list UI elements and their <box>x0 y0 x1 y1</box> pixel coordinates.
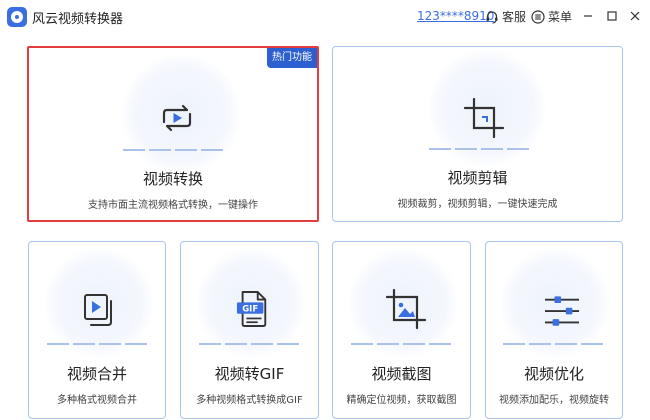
gif-label: GIF <box>242 304 258 314</box>
card-title: 视频截图 <box>371 365 432 383</box>
decor-dash <box>503 343 607 345</box>
close-button[interactable] <box>626 7 644 25</box>
gif-file-icon: GIF <box>236 291 267 327</box>
card-video-convert[interactable]: 热门功能 视频转换 支持市面主流视频格式转换，一键操作 <box>27 46 319 222</box>
headset-icon <box>486 10 498 23</box>
card-desc: 视频添加配乐，视频旋转 <box>499 395 609 406</box>
account-link[interactable]: 123****8910 <box>417 9 494 23</box>
video-convert-icon <box>162 104 192 132</box>
card-desc: 支持市面主流视频格式转换，一键操作 <box>88 200 258 211</box>
decor-dash <box>199 343 303 345</box>
customer-service-label: 客服 <box>502 10 527 24</box>
decor-dash <box>429 148 533 150</box>
app-title: 风云视频转换器 <box>32 12 124 27</box>
minimize-icon <box>584 15 592 17</box>
app-logo-icon <box>7 7 27 27</box>
card-title: 视频剪辑 <box>447 169 508 187</box>
card-video-edit[interactable]: 视频剪辑 视频裁剪，视频剪辑，一键快速完成 <box>332 46 623 222</box>
card-title: 视频优化 <box>523 365 584 383</box>
card-desc: 多种格式视频合并 <box>57 395 137 406</box>
hot-feature-badge: 热门功能 <box>267 48 317 68</box>
menu-label: 菜单 <box>548 10 573 24</box>
sliders-icon <box>545 296 579 326</box>
screenshot-crop-icon <box>385 288 427 330</box>
card-title: 视频合并 <box>66 365 127 383</box>
card-title: 视频转换 <box>142 170 203 188</box>
close-icon <box>630 11 640 21</box>
card-title: 视频转GIF <box>214 365 285 383</box>
menu-icon <box>531 9 545 24</box>
title-bar: 风云视频转换器 123****8910 客服 菜单 <box>0 0 650 34</box>
decor-dash <box>47 343 151 345</box>
card-video-merge[interactable]: 视频合并 多种格式视频合并 <box>28 241 166 419</box>
menu-button[interactable]: 菜单 <box>531 8 572 25</box>
crop-icon <box>463 97 505 139</box>
card-desc: 多种视频格式转换成GIF <box>196 395 303 406</box>
decor-dash <box>351 343 455 345</box>
card-video-screenshot[interactable]: 视频截图 精确定位视频，获取截图 <box>332 241 471 419</box>
video-merge-icon <box>84 294 112 326</box>
minimize-button[interactable] <box>579 7 597 25</box>
card-video-optimize[interactable]: 视频优化 视频添加配乐，视频旋转 <box>485 241 623 419</box>
decor-dash <box>123 149 227 151</box>
card-video-to-gif[interactable]: GIF 视频转GIF 多种视频格式转换成GIF <box>180 241 319 419</box>
card-desc: 视频裁剪，视频剪辑，一键快速完成 <box>397 199 558 210</box>
customer-service-button[interactable]: 客服 <box>485 8 526 25</box>
maximize-icon <box>607 11 617 21</box>
maximize-button[interactable] <box>603 7 621 25</box>
card-desc: 精确定位视频，获取截图 <box>346 395 457 406</box>
